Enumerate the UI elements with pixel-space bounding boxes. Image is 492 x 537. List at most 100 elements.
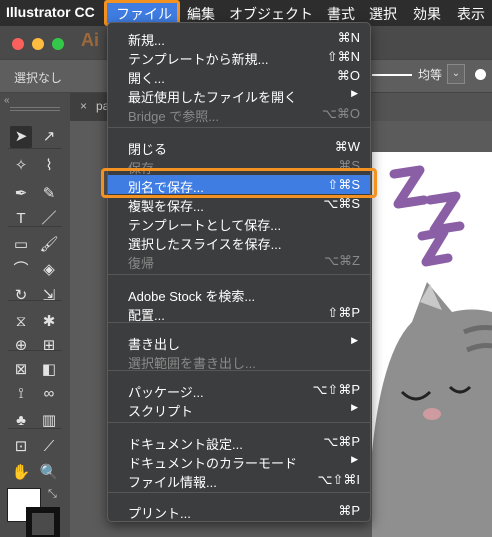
- zoom-tool-icon[interactable]: 🔍: [38, 462, 60, 484]
- menu-item-shortcut: ⌥⌘Z: [324, 253, 360, 268]
- tool-separator: [8, 350, 62, 351]
- menu-effect[interactable]: 効果: [413, 4, 441, 24]
- menu-item-shortcut: ⌥⌘S: [323, 196, 360, 211]
- selection-status: 選択なし: [14, 71, 63, 85]
- eraser-tool-icon[interactable]: ◈: [38, 259, 60, 281]
- menu-item-shortcut: ⌥⇧⌘P: [312, 382, 360, 397]
- file-menu-item[interactable]: スクリプト ▶: [108, 399, 370, 419]
- magic-wand-tool-icon[interactable]: ✧: [10, 155, 32, 177]
- file-menu-item[interactable]: プリント... ⌘P: [108, 501, 370, 521]
- sleeping-cat-illustration: [372, 165, 492, 537]
- blend-tool-icon[interactable]: ∞: [38, 383, 60, 405]
- zoom-window-button[interactable]: [52, 38, 64, 50]
- file-menu-item[interactable]: テンプレートとして保存...: [108, 213, 370, 233]
- file-menu-item[interactable]: Adobe Stock を検索...: [108, 284, 370, 304]
- stroke-color-swatch[interactable]: [26, 507, 60, 537]
- width-tool-icon[interactable]: ⧖: [10, 311, 32, 333]
- paintbrush-tool-icon[interactable]: 🖌: [38, 234, 60, 256]
- gradient-tool-icon[interactable]: ◧: [38, 359, 60, 381]
- collapse-panel-icon[interactable]: «: [4, 95, 10, 106]
- menu-separator: [108, 322, 370, 323]
- file-menu-item[interactable]: ファイル情報... ⌥⇧⌘I: [108, 470, 370, 490]
- menu-separator: [108, 492, 370, 493]
- menu-item-shortcut: ⌘P: [338, 503, 360, 518]
- menu-item-shortcut: ⌥⇧⌘I: [317, 472, 361, 487]
- close-tab-icon[interactable]: ×: [80, 99, 87, 113]
- file-menu-item: 選択範囲を書き出し...: [108, 351, 370, 371]
- stroke-profile-label: 均等: [418, 68, 443, 82]
- stroke-profile-dropdown[interactable]: ⌄: [447, 64, 465, 84]
- menu-item-shortcut: ⌘O: [336, 68, 360, 83]
- file-menu-item[interactable]: 開く... ⌘O: [108, 66, 370, 86]
- submenu-arrow-icon: ▶: [351, 454, 358, 464]
- tool-separator: [8, 226, 62, 227]
- close-window-button[interactable]: [12, 38, 24, 50]
- file-menu-item[interactable]: テンプレートから新規... ⇧⌘N: [108, 47, 370, 67]
- file-menu-item[interactable]: 配置... ⇧⌘P: [108, 303, 370, 323]
- menu-view[interactable]: 表示: [457, 4, 485, 24]
- menu-separator: [108, 127, 370, 128]
- menu-item-shortcut: ⌥⌘P: [323, 434, 360, 449]
- menu-edit[interactable]: 編集: [187, 4, 215, 24]
- selection-tool-icon[interactable]: ➤: [10, 126, 32, 148]
- submenu-arrow-icon: ▶: [351, 402, 358, 412]
- menu-type[interactable]: 書式: [327, 4, 355, 24]
- perspective-grid-tool-icon[interactable]: ⊞: [38, 335, 60, 357]
- sleep-z-icons: [389, 165, 465, 267]
- menu-item-label: 復帰: [128, 256, 155, 271]
- menu-object[interactable]: オブジェクト: [229, 4, 313, 24]
- menu-separator: [108, 422, 370, 423]
- mesh-tool-icon[interactable]: ⊠: [10, 359, 32, 381]
- shape-builder-tool-icon[interactable]: ⊕: [10, 335, 32, 357]
- illustrator-logo: Ai: [81, 30, 99, 50]
- lasso-tool-icon[interactable]: ⌇: [38, 155, 60, 177]
- menu-item-label: Bridge で参照...: [128, 109, 220, 124]
- file-menu-item[interactable]: 選択したスライスを保存...: [108, 232, 370, 252]
- tool-separator: [8, 300, 62, 301]
- file-menu-dropdown: 新規... ⌘N テンプレートから新規... ⇧⌘N 開く... ⌘O 最近使用したファイル…: [107, 22, 371, 522]
- menu-item-shortcut: ⇧⌘N: [326, 49, 360, 64]
- puppet-warp-tool-icon[interactable]: ✱: [38, 311, 60, 333]
- curvature-tool-icon[interactable]: ✎: [38, 183, 60, 205]
- shaper-tool-icon[interactable]: ⌒: [10, 259, 32, 281]
- save-as-callout-highlight: [101, 168, 377, 198]
- menu-item-shortcut: ⇧⌘P: [327, 305, 360, 320]
- file-menu-item[interactable]: ドキュメント設定... ⌥⌘P: [108, 432, 370, 452]
- app-menu-illustrator[interactable]: Illustrator CC: [6, 4, 95, 20]
- submenu-arrow-icon: ▶: [351, 335, 358, 345]
- menu-select[interactable]: 選択: [369, 4, 397, 24]
- menu-item-label: スクリプト: [128, 404, 194, 419]
- eyedropper-tool-icon[interactable]: ⟟: [10, 383, 32, 405]
- file-menu-item[interactable]: パッケージ... ⌥⇧⌘P: [108, 380, 370, 400]
- brush-definition-swatch[interactable]: [475, 69, 486, 80]
- tool-separator: [8, 428, 62, 429]
- rectangle-tool-icon[interactable]: ▭: [10, 234, 32, 256]
- menu-separator: [108, 274, 370, 275]
- hand-tool-icon[interactable]: ✋: [10, 462, 32, 484]
- pen-tool-icon[interactable]: ✒: [10, 183, 32, 205]
- file-menu-item[interactable]: 最近使用したファイルを開く ▶: [108, 85, 370, 105]
- scale-tool-icon[interactable]: ⇲: [38, 285, 60, 307]
- submenu-arrow-icon: ▶: [351, 88, 358, 98]
- rotate-tool-icon[interactable]: ↻: [10, 285, 32, 307]
- file-menu-item[interactable]: ドキュメントのカラーモード ▶: [108, 451, 370, 471]
- file-menu-item: 復帰 ⌥⌘Z: [108, 251, 370, 271]
- menu-file[interactable]: ファイル: [116, 4, 172, 24]
- menu-item-label: ファイル情報...: [128, 475, 217, 490]
- panel-grip[interactable]: [10, 107, 60, 111]
- file-menu-item[interactable]: 新規... ⌘N: [108, 28, 370, 48]
- menu-item-label: プリント...: [128, 506, 191, 521]
- direct-selection-tool-icon[interactable]: ↗: [38, 126, 60, 148]
- menu-item-shortcut: ⌘N: [337, 30, 360, 45]
- minimize-window-button[interactable]: [32, 38, 44, 50]
- menu-item-shortcut: ⌘W: [334, 139, 360, 154]
- swap-fill-stroke-icon[interactable]: ⤡: [48, 488, 57, 501]
- stroke-profile-preview[interactable]: [372, 74, 412, 76]
- file-menu-item[interactable]: 閉じる ⌘W: [108, 137, 370, 157]
- slice-tool-icon[interactable]: ⟋: [38, 436, 60, 458]
- tool-separator: [8, 148, 62, 149]
- menu-item-shortcut: ⌥⌘O: [321, 106, 360, 121]
- file-menu-item[interactable]: 書き出し ▶: [108, 332, 370, 352]
- file-menu-item: Bridge で参照... ⌥⌘O: [108, 104, 370, 124]
- artboard-tool-icon[interactable]: ⊡: [10, 436, 32, 458]
